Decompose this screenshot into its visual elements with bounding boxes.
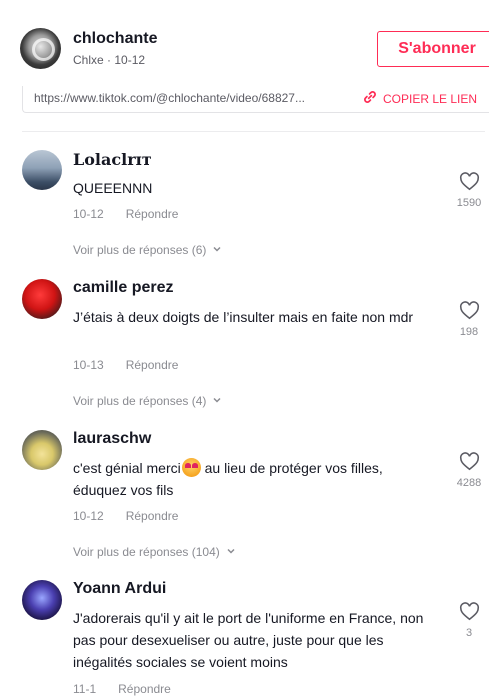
comment-text: J’étais à deux doigts de l’insulter mais… [73,309,414,325]
copy-link-label: COPIER LE LIEN [383,91,478,106]
divider [22,131,485,132]
follow-button[interactable]: S'abonner [377,31,489,67]
view-more-replies-button[interactable]: Voir plus de réponses (6) [73,243,222,257]
commenter-name[interactable]: Lolaclrɪᴛ [73,150,152,169]
like-button[interactable]: 4288 [449,452,489,489]
author-subtitle: Chlxe · 10-12 [73,53,146,67]
comment-date: 10-12 [73,509,104,523]
comment-meta: 10-13 Répondre [73,358,178,372]
like-count: 4288 [456,477,482,489]
comment-item: camille perez J’étais à deux doigts de l… [22,279,489,409]
like-count: 1590 [456,197,482,209]
commenter-avatar[interactable] [22,279,62,319]
link-icon [363,90,377,107]
comment-text: QUEEENNN [73,180,153,196]
comment-text: J'adorerais qu'il y ait le port de l'uni… [73,610,424,670]
comment-date: 10-12 [73,207,104,221]
chevron-down-icon [212,394,222,408]
comment-text-part: c'est génial merci [73,460,181,476]
author-name[interactable]: chlochante [73,30,157,48]
commenter-name[interactable]: lauraschw [73,430,151,448]
commenter-name[interactable]: camille perez [73,279,174,297]
heart-outline-icon [459,172,480,196]
comment-meta: 10-12 Répondre [73,207,178,221]
smiling-face-with-hearts-icon [181,458,201,477]
author-avatar[interactable] [20,28,61,69]
heart-outline-icon [459,602,480,626]
comment-item: Lolaclrɪᴛ QUEEENNN 10-12 Répondre Voir pl… [22,150,489,260]
comment-date: 11-1 [73,682,97,696]
comment-meta: 10-12 Répondre [73,509,178,523]
copy-link-button[interactable]: COPIER LE LIEN [363,90,477,107]
like-button[interactable]: 198 [449,301,489,338]
comment-date: 10-13 [73,358,104,372]
comment-text: c'est génial merci au lieu de protéger v… [73,457,438,501]
reply-button[interactable]: Répondre [126,207,179,221]
commenter-avatar[interactable] [22,150,62,190]
reply-button[interactable]: Répondre [118,682,171,696]
reply-button[interactable]: Répondre [126,358,179,372]
view-more-replies-button[interactable]: Voir plus de réponses (4) [73,394,222,408]
commenter-name[interactable]: Yoann Ardui [73,580,166,598]
comments-panel: chlochante Chlxe · 10-12 S'abonner https… [0,0,489,697]
comment-item: lauraschw c'est génial merci au lieu de … [22,430,489,560]
comment-item: Yoann Ardui J'adorerais qu'il y ait le p… [22,580,489,697]
like-button[interactable]: 3 [449,602,489,639]
like-count: 198 [459,326,479,338]
comment-meta: 11-1 Répondre [73,682,171,696]
chevron-down-icon [212,243,222,257]
heart-outline-icon [459,301,480,325]
commenter-avatar[interactable] [22,580,62,620]
commenter-avatar[interactable] [22,430,62,470]
like-count: 3 [465,627,473,639]
heart-outline-icon [459,452,480,476]
video-url: https://www.tiktok.com/@chlochante/video… [34,91,305,105]
more-replies-label: Voir plus de réponses (4) [73,394,207,408]
more-replies-label: Voir plus de réponses (104) [73,545,220,559]
chevron-down-icon [226,545,236,559]
view-more-replies-button[interactable]: Voir plus de réponses (104) [73,545,236,559]
more-replies-label: Voir plus de réponses (6) [73,243,207,257]
author-header: chlochante Chlxe · 10-12 S'abonner [20,28,489,72]
like-button[interactable]: 1590 [449,172,489,209]
reply-button[interactable]: Répondre [126,509,179,523]
share-link-box: https://www.tiktok.com/@chlochante/video… [22,86,489,113]
